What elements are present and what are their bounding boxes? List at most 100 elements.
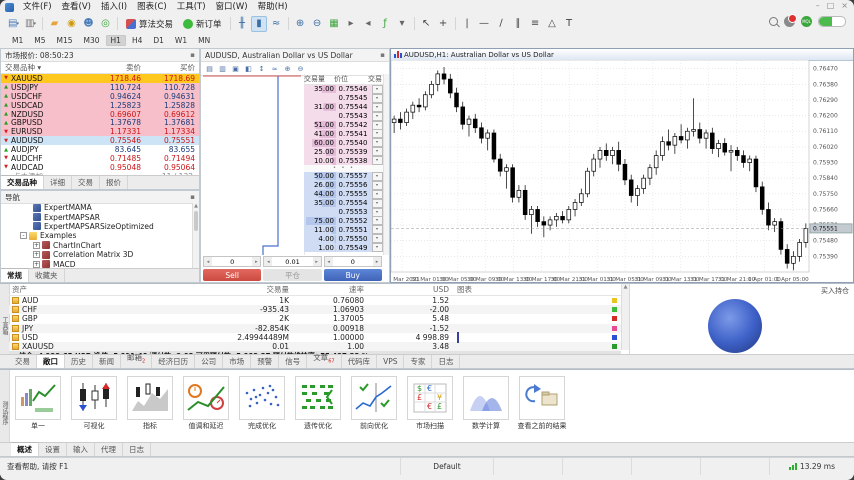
market-watch-tab[interactable]: 交易 <box>72 176 100 189</box>
chart-shift-icon[interactable]: ◂ <box>360 16 376 32</box>
timeframe-mn[interactable]: MN <box>193 35 215 46</box>
dom-order-dropdown[interactable]: ▾ <box>372 190 383 199</box>
tester-tile-market-scan[interactable]: $€£¥€£市场扫描 <box>405 376 455 430</box>
trendline-icon[interactable]: ∕ <box>493 16 509 32</box>
dom-bid-row[interactable]: 35.000.75554▾ <box>304 199 384 208</box>
toolbox-tab[interactable]: 预警 <box>251 355 279 368</box>
dom-order-dropdown[interactable]: ▾ <box>372 94 383 103</box>
tester-tile-visualize[interactable]: 可视化 <box>69 376 119 430</box>
market-watch-row-eurusd[interactable]: ▼EURUSD1.173311.17334 <box>1 127 199 136</box>
panel-menu-icon[interactable]: ▪ <box>380 51 385 59</box>
dom-order-dropdown[interactable]: ▾ <box>372 85 383 94</box>
zoom-in-icon[interactable]: ⊕ <box>292 16 308 32</box>
market-watch-row-usdchf[interactable]: ▲USDCHF0.946240.94631 <box>1 92 199 101</box>
dom-ask-row[interactable]: 10.000.75538▾ <box>304 156 384 165</box>
dom-order-dropdown[interactable]: ▾ <box>372 103 383 112</box>
dom-ask-row[interactable]: 0.75545▾ <box>304 94 384 103</box>
market-watch-row-usdjpy[interactable]: ▲USDJPY110.724110.728 <box>1 83 199 92</box>
dom-order-dropdown[interactable]: ▾ <box>372 147 383 156</box>
dom-spinner-2[interactable]: ◂0▸ <box>324 256 382 267</box>
sell-button[interactable]: Sell <box>203 269 261 281</box>
minimize-button[interactable]: – <box>816 1 820 10</box>
tile-windows-icon[interactable]: ▦ <box>326 16 342 32</box>
dom-order-dropdown[interactable]: ▾ <box>372 156 383 165</box>
market-watch-row-nzdusd[interactable]: ▲NZDUSD0.696070.69612 <box>1 110 199 119</box>
tree-item-expertmapsarsizeoptimized[interactable]: ExpertMAPSARSizeOptimized <box>1 222 193 231</box>
spinner-increment-icon[interactable]: ▸ <box>313 257 321 266</box>
dom-bid-row[interactable]: 4.000.75550▾ <box>304 234 384 243</box>
dom-bid-row[interactable]: 75.000.75552▾ <box>304 216 384 225</box>
col-bid[interactable]: 卖价 <box>91 62 145 73</box>
dom-bid-row[interactable]: 0.75553▾ <box>304 208 384 217</box>
market-watch-tab[interactable]: 详细 <box>44 176 72 189</box>
timeframe-d1[interactable]: D1 <box>148 35 169 46</box>
col-symbol[interactable]: 交易品种 ▾ <box>1 62 91 73</box>
market-watch-tab[interactable]: 交易品种 <box>1 175 44 189</box>
dom-order-dropdown[interactable]: ▾ <box>372 208 383 217</box>
toolbox-tab[interactable]: 经济日历 <box>152 355 195 368</box>
tree-toggle-icon[interactable]: + <box>33 261 40 268</box>
spinner-increment-icon[interactable]: ▸ <box>252 257 260 266</box>
tester-tile-single[interactable]: 单一 <box>13 376 63 430</box>
timeframe-h1[interactable]: H1 <box>106 35 126 46</box>
toolbox-tab[interactable]: 代码库 <box>342 355 378 368</box>
folder-icon[interactable]: ▰ <box>47 16 63 32</box>
exposure-row-jpy[interactable]: JPY-82.854K0.00918-1.52 <box>9 324 621 333</box>
tester-tile-complete-optimization[interactable]: 完成优化 <box>237 376 287 430</box>
spinner-increment-icon[interactable]: ▸ <box>373 257 381 266</box>
tester-tab[interactable]: 代理 <box>95 443 123 456</box>
dom-spinner-0[interactable]: ◂0▸ <box>203 256 261 267</box>
fibonacci-icon[interactable]: ≡ <box>527 16 543 32</box>
search-icon[interactable] <box>769 17 778 26</box>
exposure-row-gbp[interactable]: GBP2K1.370055.48 <box>9 314 621 323</box>
dom-ask-row[interactable]: 35.000.75546▾ <box>304 85 384 94</box>
menu-item-5[interactable]: 窗口(W) <box>211 2 253 12</box>
menu-item-0[interactable]: 文件(F) <box>18 2 57 12</box>
dom-line-chart-icon[interactable]: ≈ <box>269 63 280 74</box>
exposure-scrollbar[interactable]: ▲ <box>621 284 629 350</box>
tester-tile-forward-optimization[interactable]: 前向优化 <box>349 376 399 430</box>
toolbox-tab[interactable]: 邮箱2 <box>121 351 152 369</box>
toolbox-tab[interactable]: 日志 <box>432 355 460 368</box>
menu-item-2[interactable]: 插入(I) <box>96 2 132 12</box>
timeframe-w1[interactable]: W1 <box>170 35 192 46</box>
crosshair-icon[interactable]: + <box>435 16 451 32</box>
dom-ask-row[interactable]: 60.000.75540▾ <box>304 138 384 147</box>
panel-menu-icon[interactable]: ▪ <box>190 51 195 59</box>
chart-plot[interactable]: 0.764700.763800.762900.762000.761100.760… <box>391 60 853 282</box>
signal-icon[interactable]: ◎ <box>98 16 114 32</box>
dom-order-dropdown[interactable]: ▾ <box>372 243 383 252</box>
dom-bid-row[interactable]: 26.000.75556▾ <box>304 181 384 190</box>
maximize-button[interactable]: □ <box>827 1 835 10</box>
algo-trading-button[interactable]: 算法交易 <box>121 17 178 31</box>
menu-item-3[interactable]: 图表(C) <box>132 2 172 12</box>
market-watch-row-audjpy[interactable]: ▲AUDJPY83.64583.655 <box>1 145 199 154</box>
tree-toggle-icon[interactable]: + <box>33 251 40 258</box>
dom-zoom-out-icon[interactable]: ⊖ <box>295 63 306 74</box>
market-watch-row-audusd[interactable]: ▼AUDUSD0.755460.75551 <box>1 136 199 145</box>
buy-button[interactable]: Buy <box>324 269 382 281</box>
tree-item-expertmama[interactable]: ExpertMAMA <box>1 203 193 212</box>
col-graph[interactable]: 图表 <box>449 284 607 295</box>
dom-bid-row[interactable]: 11.000.75551▾ <box>304 225 384 234</box>
dom-order-dropdown[interactable]: ▾ <box>372 112 383 121</box>
tester-tile-math-calculations[interactable]: 数学计算 <box>461 376 511 430</box>
toolbox-tab[interactable]: 新闻 <box>93 355 121 368</box>
toolbox-tab[interactable]: 文章67 <box>307 351 341 369</box>
tester-tab[interactable]: 日志 <box>123 443 151 456</box>
dom-order-dropdown[interactable]: ▾ <box>372 138 383 147</box>
panel-menu-icon[interactable]: ▪ <box>190 193 195 201</box>
bars-chart-icon[interactable]: ╫ <box>234 16 250 32</box>
latency-cell[interactable]: 13.29 ms <box>769 458 854 475</box>
toolbox-tab[interactable]: 市场 <box>223 355 251 368</box>
dom-order-dropdown[interactable]: ▾ <box>372 225 383 234</box>
dom-lock-icon[interactable]: ◧ <box>243 63 254 74</box>
col-usd[interactable]: USD <box>364 285 449 294</box>
menu-item-1[interactable]: 查看(V) <box>57 2 96 12</box>
dom-depth-chart-icon[interactable]: ▤ <box>204 63 215 74</box>
cursor-icon[interactable]: ↖ <box>418 16 434 32</box>
tester-tile-indicators[interactable]: 指标 <box>125 376 175 430</box>
menu-item-4[interactable]: 工具(T) <box>172 2 211 12</box>
menu-item-6[interactable]: 帮助(H) <box>253 2 293 12</box>
dom-flip-icon[interactable]: ↕ <box>256 63 267 74</box>
